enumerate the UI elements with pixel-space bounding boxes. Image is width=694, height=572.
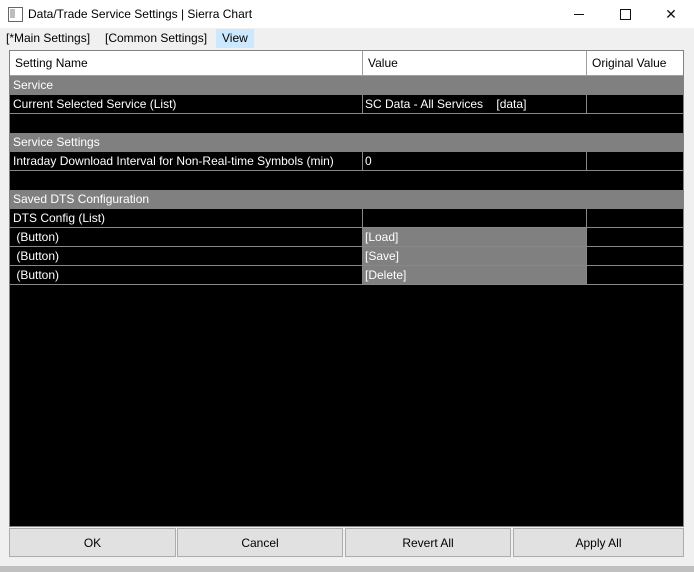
apply-all-button[interactable]: Apply All	[513, 528, 684, 557]
section-title: Saved DTS Configuration	[13, 192, 150, 206]
table-row[interactable]: Current Selected Service (List) SC Data …	[10, 95, 683, 114]
setting-name-cell: Intraday Download Interval for Non-Real-…	[10, 152, 363, 170]
window-bottom-border	[0, 566, 694, 572]
minimize-button[interactable]	[556, 0, 602, 28]
close-icon: ✕	[665, 5, 677, 22]
section-header-service-settings: Service Settings	[10, 133, 683, 152]
menu-view[interactable]: View	[216, 29, 254, 48]
title-bar: Data/Trade Service Settings | Sierra Cha…	[0, 0, 694, 28]
minimize-icon	[574, 13, 584, 15]
setting-value-cell[interactable]	[363, 209, 587, 227]
column-header-original-value[interactable]: Original Value	[587, 51, 683, 75]
menu-common-settings[interactable]: [Common Settings]	[102, 30, 210, 47]
dialog-button-bar: OK Cancel Revert All Apply All	[9, 527, 684, 558]
original-value-cell	[587, 152, 683, 170]
setting-name-cell: (Button)	[10, 266, 363, 284]
cancel-button[interactable]: Cancel	[177, 528, 343, 557]
table-row[interactable]: (Button) [Save]	[10, 247, 683, 266]
section-title: Service Settings	[13, 135, 100, 149]
column-header-value[interactable]: Value	[363, 51, 587, 75]
section-header-service: Service	[10, 76, 683, 95]
app-icon	[8, 7, 23, 22]
setting-name-cell: Current Selected Service (List)	[10, 95, 363, 113]
table-row[interactable]: DTS Config (List)	[10, 209, 683, 228]
section-header-saved-dts-configuration: Saved DTS Configuration	[10, 190, 683, 209]
section-title: Service	[13, 78, 54, 92]
table-row[interactable]: (Button) [Load]	[10, 228, 683, 247]
settings-grid: Setting Name Value Original Value Servic…	[9, 50, 684, 527]
original-value-cell	[587, 228, 683, 246]
delete-button[interactable]: [Delete]	[363, 266, 587, 284]
column-header-setting-name[interactable]: Setting Name	[10, 51, 363, 75]
table-row[interactable]: Intraday Download Interval for Non-Real-…	[10, 152, 683, 171]
original-value-cell	[587, 209, 683, 227]
window-title: Data/Trade Service Settings | Sierra Cha…	[28, 7, 253, 21]
setting-value-cell[interactable]: SC Data - All Services [data]	[363, 95, 587, 113]
maximize-icon	[619, 8, 631, 20]
revert-all-button[interactable]: Revert All	[345, 528, 511, 557]
load-button[interactable]: [Load]	[363, 228, 587, 246]
original-value-cell	[587, 247, 683, 265]
menu-bar: [*Main Settings] [Common Settings] View	[0, 28, 694, 48]
ok-button[interactable]: OK	[9, 528, 176, 557]
close-button[interactable]: ✕	[648, 0, 694, 28]
setting-name-cell: (Button)	[10, 247, 363, 265]
setting-value-cell[interactable]: 0	[363, 152, 587, 170]
original-value-cell	[587, 95, 683, 113]
setting-name-cell: (Button)	[10, 228, 363, 246]
setting-name-cell: DTS Config (List)	[10, 209, 363, 227]
original-value-cell	[587, 266, 683, 284]
table-row[interactable]: (Button) [Delete]	[10, 266, 683, 285]
grid-header: Setting Name Value Original Value	[10, 51, 683, 76]
maximize-button[interactable]	[602, 0, 648, 28]
save-button[interactable]: [Save]	[363, 247, 587, 265]
menu-main-settings[interactable]: [*Main Settings]	[3, 30, 93, 47]
